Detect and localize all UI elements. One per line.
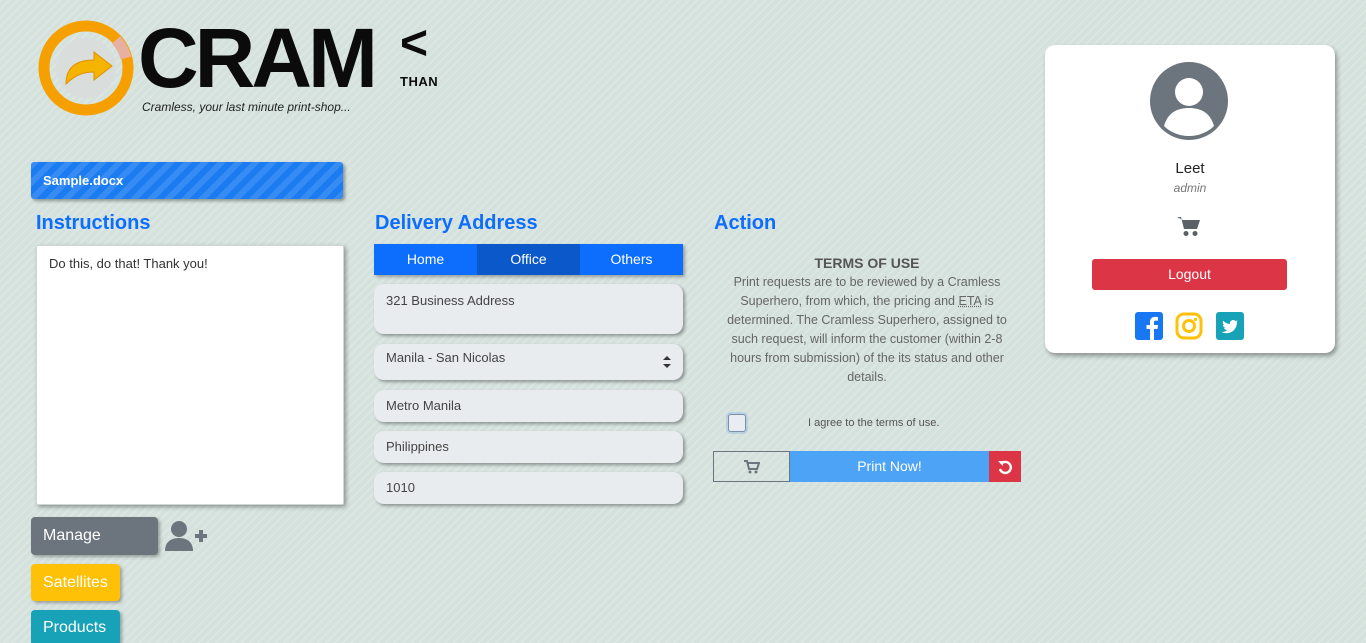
city-select-value: Manila - San Nicolas	[386, 350, 506, 365]
region-field[interactable]: Metro Manila	[374, 390, 683, 422]
page: CRAM < THAN Cramless, your last minute p…	[0, 0, 1366, 643]
logo-wordmark: CRAM	[138, 11, 378, 105]
delivery-tabs: Home Office Others	[374, 244, 683, 275]
action-title: Action	[714, 212, 777, 234]
agree-checkbox[interactable]	[728, 414, 746, 432]
instructions-title: Instructions	[36, 212, 151, 234]
tab-others[interactable]: Others	[580, 244, 683, 275]
twitter-icon[interactable]	[1216, 312, 1244, 340]
instagram-icon[interactable]	[1175, 312, 1203, 340]
zip-field[interactable]: 1010	[374, 472, 683, 504]
delivery-address-title: Delivery Address	[375, 212, 538, 234]
logo-arrow-icon	[38, 20, 134, 116]
satellites-button[interactable]: Satellites	[31, 564, 120, 601]
products-button[interactable]: Products	[31, 610, 120, 643]
country-field[interactable]: Philippines	[374, 431, 683, 463]
manage-users-button[interactable]: Manage Users	[31, 517, 158, 582]
logo[interactable]: CRAM < THAN Cramless, your last minute p…	[38, 16, 458, 120]
logo-less-than: <	[400, 17, 429, 70]
add-to-cart-button[interactable]	[713, 451, 790, 482]
tab-home[interactable]: Home	[374, 244, 477, 275]
print-now-button[interactable]: Print Now!	[790, 451, 989, 482]
add-user-icon[interactable]	[165, 520, 209, 552]
profile-card: Leet admin Logout	[1045, 45, 1335, 353]
cart-icon	[743, 459, 760, 473]
reset-button[interactable]	[989, 451, 1021, 482]
eta-abbr: ETA	[958, 294, 982, 308]
terms-of-use: TERMS OF USE Print requests are to be re…	[726, 254, 1008, 387]
avatar-icon[interactable]	[1150, 62, 1228, 140]
facebook-icon[interactable]	[1135, 312, 1163, 340]
file-name-bar[interactable]: Sample.docx	[31, 162, 343, 199]
user-role: admin	[1173, 181, 1207, 195]
tab-office[interactable]: Office	[477, 244, 580, 275]
logout-button[interactable]: Logout	[1092, 259, 1287, 290]
terms-title: TERMS OF USE	[814, 255, 920, 271]
action-bar: Print Now!	[713, 451, 1021, 482]
logo-tagline: Cramless, your last minute print-shop...	[142, 100, 351, 114]
logo-than: THAN	[400, 74, 439, 89]
select-arrows-icon	[663, 356, 671, 368]
cart-icon[interactable]	[1177, 215, 1201, 237]
city-select[interactable]: Manila - San Nicolas	[374, 344, 683, 380]
terms-text: Print requests are to be reviewed by a C…	[726, 273, 1008, 387]
user-name: Leet	[1175, 160, 1205, 177]
undo-icon	[998, 460, 1012, 474]
agree-label: I agree to the terms of use.	[808, 417, 940, 429]
address-field[interactable]: 321 Business Address	[374, 284, 683, 334]
instructions-textarea[interactable]: Do this, do that! Thank you!	[36, 245, 344, 505]
